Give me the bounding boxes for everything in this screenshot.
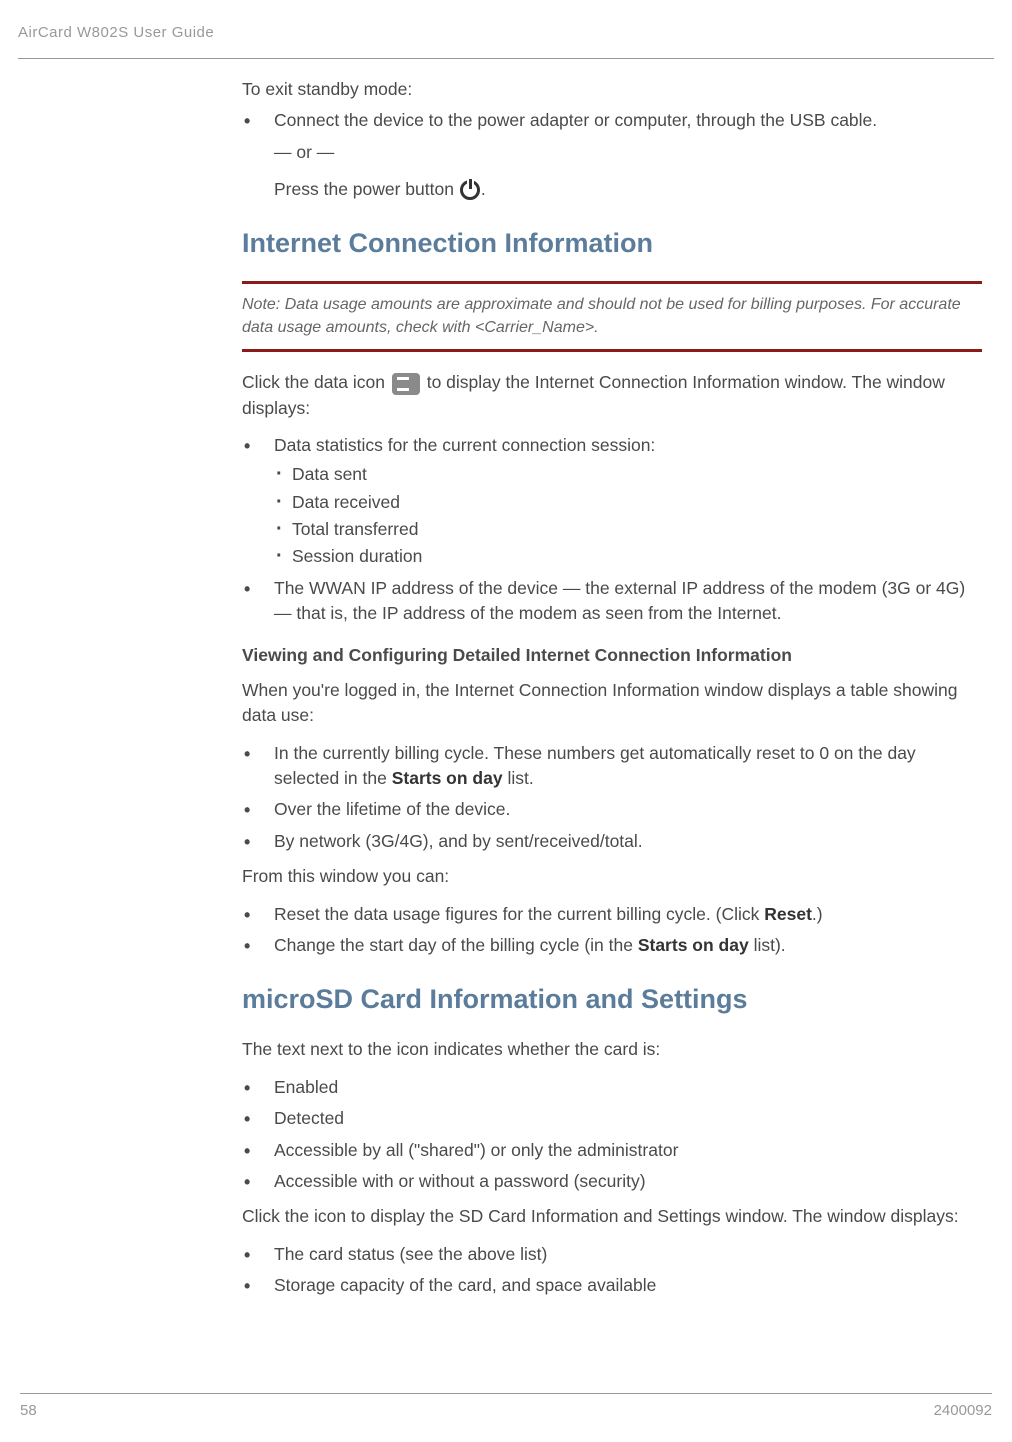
note-top-rule [242,281,982,284]
page-number: 58 [20,1400,37,1422]
from-window-list: Reset the data usage figures for the cur… [242,902,982,959]
list-item-card-status: The card status (see the above list) [242,1242,982,1267]
reset-label: Reset [764,904,812,924]
list-item: Change the start day of the billing cycl… [242,933,982,958]
change-post: list). [749,935,786,955]
connect-device-text: Connect the device to the power adapter … [274,110,877,130]
microsd-intro: The text next to the icon indicates whet… [242,1037,982,1062]
exit-standby-list: Connect the device to the power adapter … [242,108,982,202]
sub-item-received: Data received [274,490,982,515]
click-icon-para: Click the icon to display the SD Card In… [242,1204,982,1229]
starts-on-day-2: Starts on day [638,935,749,955]
list-item-password: Accessible with or without a password (s… [242,1169,982,1194]
internet-connection-heading: Internet Connection Information [242,224,982,263]
list-item-storage: Storage capacity of the card, and space … [242,1273,982,1298]
click-data-icon-para: Click the data icon to display the Inter… [242,370,982,421]
footer-rule [20,1393,992,1394]
sub-item-total: Total transferred [274,517,982,542]
list-item-detected: Detected [242,1106,982,1131]
list-item-wwan: The WWAN IP address of the device — the … [242,576,982,627]
list-item-shared: Accessible by all ("shared") or only the… [242,1138,982,1163]
starts-on-day-1: Starts on day [392,768,503,788]
doc-number: 2400092 [934,1400,992,1422]
page-header: AirCard W802S User Guide [0,0,1012,54]
list-item: In the currently billing cycle. These nu… [242,741,982,792]
change-pre: Change the start day of the billing cycl… [274,935,638,955]
note-bottom-rule [242,349,982,352]
note-block: Note: Data usage amounts are approximate… [242,294,982,339]
sd-window-list: The card status (see the above list) Sto… [242,1242,982,1299]
data-use-list: In the currently billing cycle. These nu… [242,741,982,855]
list-item-enabled: Enabled [242,1075,982,1100]
sub-item-duration: Session duration [274,544,982,569]
stats-sub-list: Data sent Data received Total transferre… [274,462,982,570]
list-item: Reset the data usage figures for the cur… [242,902,982,927]
from-window-para: From this window you can: [242,864,982,889]
note-label: Note: [242,296,280,313]
window-displays-list: Data statistics for the current connecti… [242,433,982,627]
billing-post: list. [503,768,534,788]
stats-intro: Data statistics for the current connecti… [274,435,655,455]
logged-in-para: When you're logged in, the Internet Conn… [242,678,982,729]
reset-pre: Reset the data usage figures for the cur… [274,904,764,924]
card-status-list: Enabled Detected Accessible by all ("sha… [242,1075,982,1195]
reset-post: .) [812,904,823,924]
press-power-pre: Press the power button [274,179,459,199]
power-icon [460,180,480,200]
sub-item-sent: Data sent [274,462,982,487]
press-power-post: . [481,179,486,199]
list-item-by-network: By network (3G/4G), and by sent/received… [242,829,982,854]
list-item-lifetime: Over the lifetime of the device. [242,797,982,822]
list-item: Data statistics for the current connecti… [242,433,982,570]
note-text: Data usage amounts are approximate and s… [242,296,961,335]
or-separator: — or — [274,140,982,165]
click-pre: Click the data icon [242,372,390,392]
page-footer: 58 2400092 [0,1393,1012,1422]
data-icon [392,373,420,395]
header-title: AirCard W802S User Guide [18,24,214,41]
page-content: To exit standby mode: Connect the device… [0,59,1012,1299]
footer-content: 58 2400092 [20,1400,992,1422]
viewing-configuring-subheading: Viewing and Configuring Detailed Interne… [242,643,982,668]
press-power-line: Press the power button . [274,177,982,202]
microsd-heading: microSD Card Information and Settings [242,980,982,1019]
list-item: Connect the device to the power adapter … [242,108,982,202]
billing-pre: In the currently billing cycle. These nu… [274,743,916,788]
exit-standby-intro: To exit standby mode: [242,77,982,102]
